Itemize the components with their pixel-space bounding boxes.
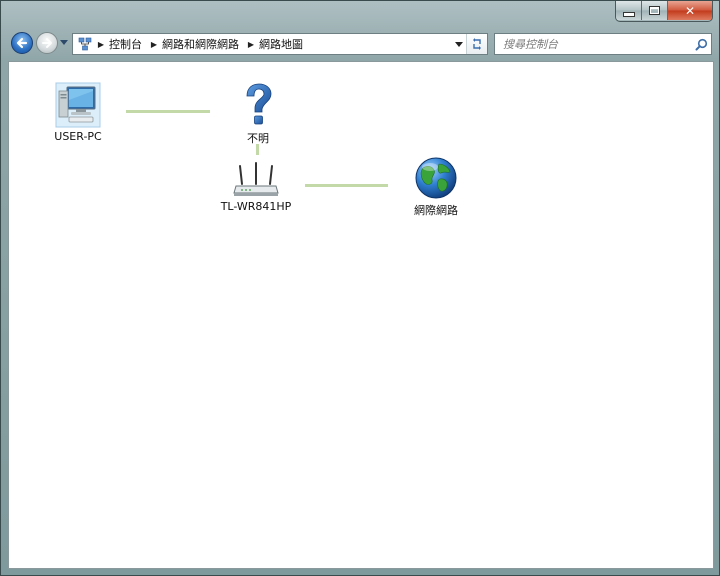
node-router[interactable]: TL-WR841HP	[216, 162, 296, 213]
breadcrumb-separator[interactable]: ▶	[246, 40, 256, 49]
node-label-user-pc: USER-PC	[54, 130, 102, 143]
router-icon	[233, 162, 279, 196]
search-icon[interactable]	[691, 38, 711, 51]
node-unknown[interactable]: 不明	[228, 82, 288, 146]
minimize-button[interactable]	[616, 1, 642, 20]
chevron-down-icon	[455, 41, 463, 47]
minimize-icon	[622, 12, 635, 17]
refresh-icon	[473, 38, 481, 50]
close-icon: ✕	[684, 3, 696, 18]
forward-button[interactable]	[36, 32, 58, 54]
address-bar[interactable]: ▶ 控制台 ▶ 網路和網際網路 ▶ 網路地圖	[72, 33, 488, 55]
forward-arrow-icon	[42, 38, 52, 48]
node-label-unknown: 不明	[247, 132, 269, 145]
node-user-pc[interactable]: USER-PC	[45, 82, 111, 143]
computer-icon	[55, 82, 101, 128]
refresh-button[interactable]	[466, 34, 487, 54]
breadcrumb-separator[interactable]: ▶	[96, 40, 106, 49]
close-button[interactable]: ✕	[668, 1, 712, 20]
breadcrumb-control-panel[interactable]: 控制台	[106, 36, 147, 52]
network-map-window: ✕ ▶ 控制台 ▶ 網路和網際網路 ▶ 網路地圖 搜尋控制台 USER-PC 不…	[0, 0, 720, 576]
globe-icon	[415, 157, 457, 199]
node-label-internet: 網際網路	[414, 204, 458, 217]
node-internet[interactable]: 網際網路	[403, 156, 469, 218]
breadcrumb-network-and-internet[interactable]: 網路和網際網路	[159, 36, 244, 52]
search-placeholder: 搜尋控制台	[503, 38, 558, 51]
back-button[interactable]	[11, 32, 33, 54]
question-mark-icon	[246, 83, 272, 125]
maximize-icon	[649, 6, 660, 15]
network-map-pane: USER-PC 不明 TL-WR841HP 網際網路	[8, 61, 714, 569]
breadcrumb-network-map[interactable]: 網路地圖	[256, 36, 308, 52]
search-input[interactable]: 搜尋控制台	[494, 33, 712, 55]
caption-buttons: ✕	[615, 1, 713, 22]
link-computer-to-unknown	[126, 110, 210, 113]
chevron-down-icon	[60, 40, 68, 45]
recent-pages-button[interactable]	[60, 39, 68, 47]
network-folder-icon	[76, 35, 94, 53]
breadcrumb-separator[interactable]: ▶	[149, 40, 159, 49]
back-arrow-icon	[16, 37, 28, 49]
navigation-bar: ▶ 控制台 ▶ 網路和網際網路 ▶ 網路地圖 搜尋控制台	[1, 29, 720, 59]
maximize-button[interactable]	[642, 1, 668, 20]
link-router-to-internet	[305, 184, 388, 187]
node-label-router: TL-WR841HP	[220, 200, 292, 213]
address-history-dropdown[interactable]	[453, 38, 465, 50]
